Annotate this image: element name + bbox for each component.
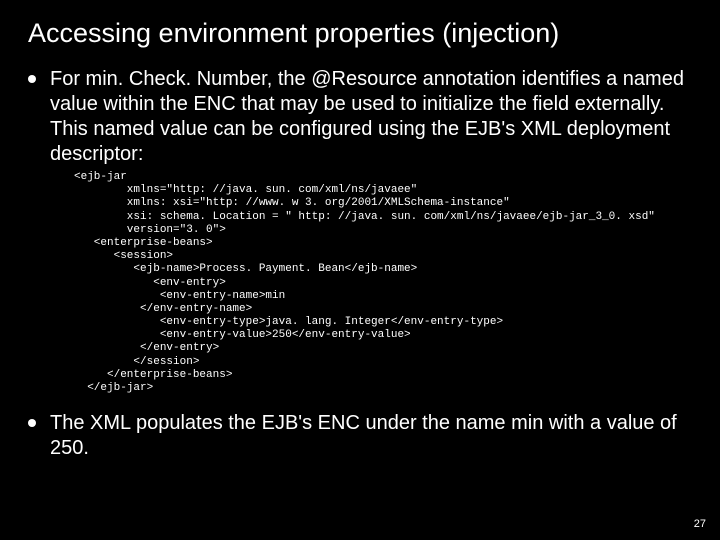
bullet-icon (28, 75, 36, 83)
bullet-item-1: For min. Check. Number, the @Resource an… (28, 67, 692, 167)
bullet-item-2: The XML populates the EJB's ENC under th… (28, 411, 692, 461)
slide-title: Accessing environment properties (inject… (28, 18, 692, 49)
bullet-text-1: For min. Check. Number, the @Resource an… (50, 67, 692, 167)
slide: Accessing environment properties (inject… (0, 0, 720, 540)
bullet-icon (28, 419, 36, 427)
page-number: 27 (694, 518, 706, 530)
xml-code-block: <ejb-jar xmlns="http: //java. sun. com/x… (74, 171, 692, 395)
bullet-text-2: The XML populates the EJB's ENC under th… (50, 411, 692, 461)
